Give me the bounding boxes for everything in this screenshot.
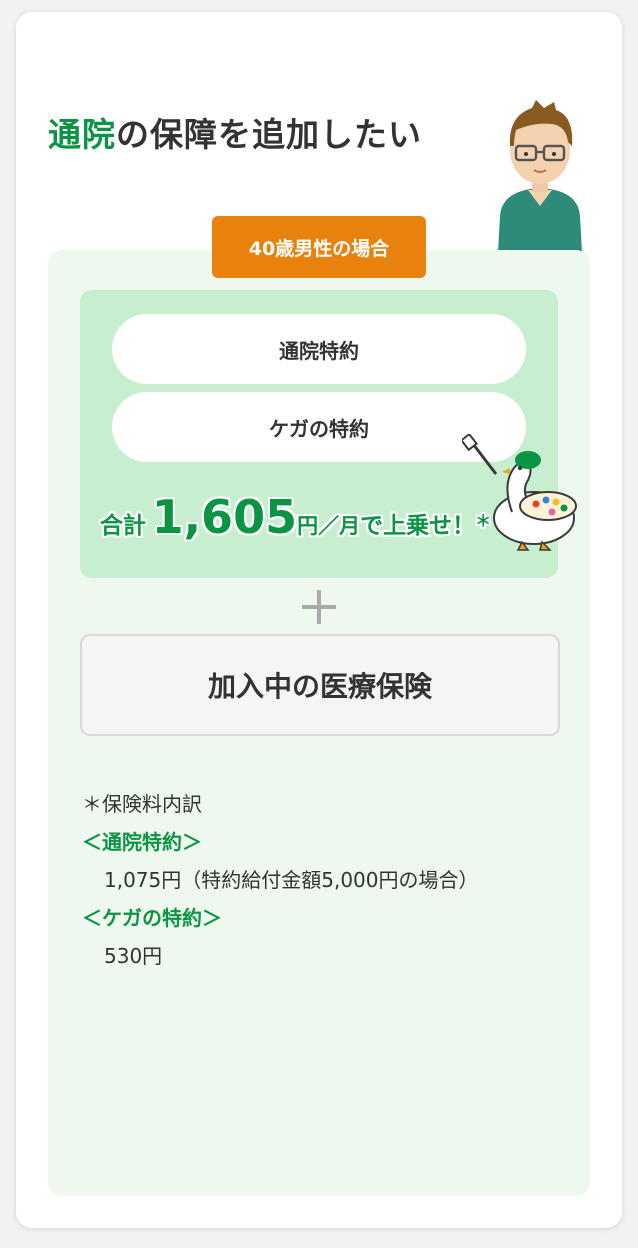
plus-icon bbox=[302, 590, 336, 624]
age-gender-tag: 40歳男性の場合 bbox=[212, 216, 426, 278]
total-suffix: で上乗せ！ bbox=[360, 513, 476, 539]
title-rest: の保障を追加したい bbox=[116, 115, 422, 154]
total-unit: 円／月 bbox=[297, 514, 361, 538]
total-prefix: 合計 bbox=[100, 513, 146, 539]
breakdown-item-name: ＜ケガの特約＞ bbox=[82, 906, 222, 930]
breakdown-heading: ＊保険料内訳 bbox=[82, 792, 202, 816]
breakdown-item-detail: 1,075円（特約給付金額5,000円の場合） bbox=[104, 868, 479, 892]
title-accent: 通院 bbox=[48, 115, 116, 154]
current-insurance-box: 加入中の医療保険 bbox=[80, 634, 560, 736]
page-title: 通院の保障を追加したい bbox=[48, 108, 422, 156]
rider-pill-outpatient: 通院特約 bbox=[112, 314, 526, 384]
breakdown-item-detail: 530円 bbox=[104, 944, 163, 968]
goose-painter-illustration bbox=[462, 434, 577, 551]
man-illustration bbox=[498, 100, 582, 252]
breakdown-item-name: ＜通院特約＞ bbox=[82, 830, 202, 854]
total-premium: 合計 1,605円／月で上乗せ！＊ bbox=[100, 490, 491, 550]
total-amount: 1,605 bbox=[151, 490, 298, 544]
